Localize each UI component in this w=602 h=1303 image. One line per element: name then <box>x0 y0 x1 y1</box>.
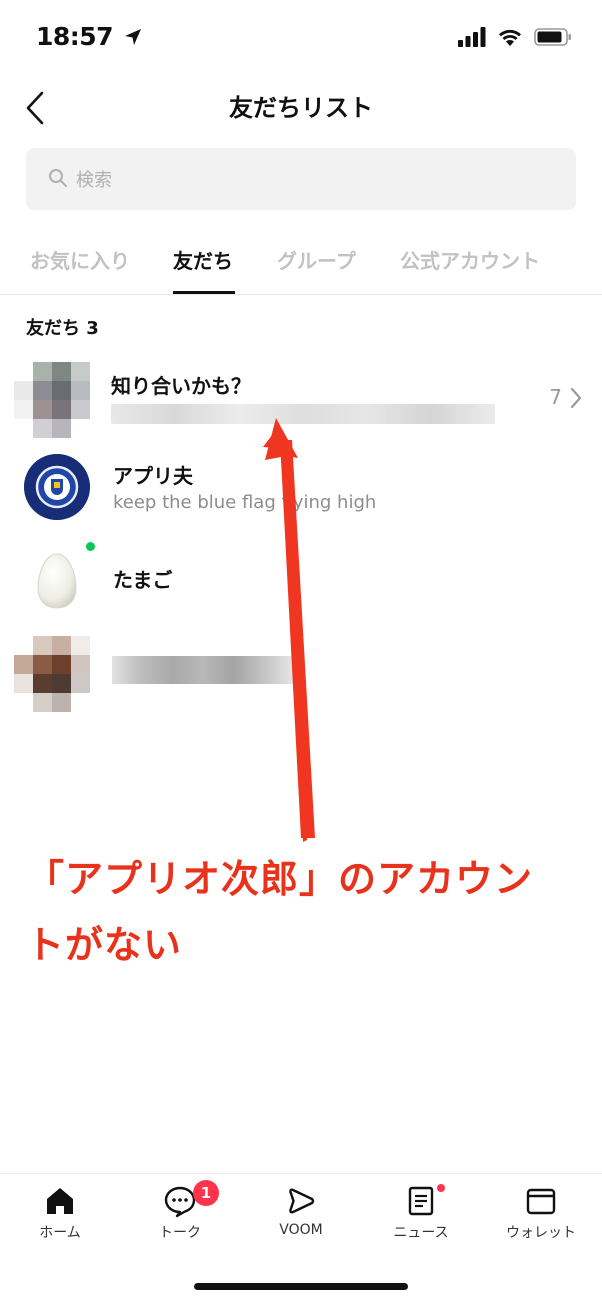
pixelated-text <box>111 404 495 424</box>
list-item-friend[interactable]: アプリ夫 keep the blue flag flying high <box>0 452 602 522</box>
home-indicator <box>194 1283 408 1290</box>
nav-home[interactable]: ホーム <box>0 1184 120 1242</box>
cellular-signal-icon <box>457 26 486 47</box>
chat-icon <box>164 1186 196 1218</box>
bottom-nav-divider <box>0 1173 602 1174</box>
tab-favorites[interactable]: お気に入り <box>30 245 130 274</box>
online-indicator <box>86 542 95 551</box>
status-time: 18:57 <box>36 22 143 51</box>
news-notification-dot <box>437 1184 445 1192</box>
row-title: 知り合いかも？ <box>111 374 251 398</box>
voom-icon <box>289 1188 315 1214</box>
chelsea-crest-icon <box>24 454 90 520</box>
location-arrow-icon <box>125 29 142 45</box>
battery-icon <box>534 27 571 46</box>
row-status-message: keep the blue flag flying high <box>113 492 377 513</box>
egg-avatar <box>36 552 78 610</box>
row-title: アプリ夫 <box>113 464 193 488</box>
nav-news[interactable]: ニュース <box>361 1184 481 1242</box>
wifi-icon <box>498 29 521 46</box>
tab-friends[interactable]: 友だち <box>173 245 233 274</box>
list-item-suggested-friends[interactable]: 知り合いかも？ 7 <box>0 352 602 438</box>
status-indicators <box>457 26 572 50</box>
annotation-line-1: 「アプリオ次郎」のアカウン <box>26 857 534 901</box>
egg-icon <box>37 553 77 609</box>
avatar <box>24 454 90 520</box>
nav-talk[interactable]: トーク <box>120 1184 240 1242</box>
nav-label: トーク <box>159 1225 201 1241</box>
nav-voom[interactable]: VOOM <box>241 1184 361 1238</box>
avatar-pixelated <box>14 362 90 438</box>
tab-divider <box>0 294 602 295</box>
tab-groups[interactable]: グループ <box>277 245 356 274</box>
tab-official-accounts[interactable]: 公式アカウント <box>400 245 540 274</box>
nav-label: VOOM <box>279 1222 323 1238</box>
list-item-friend[interactable] <box>0 626 602 712</box>
suggestion-count: 7 <box>549 385 582 409</box>
news-icon <box>408 1186 434 1216</box>
search-placeholder: 検索 <box>76 170 112 191</box>
nav-wallet[interactable]: ウォレット <box>481 1184 601 1242</box>
search-icon <box>49 169 67 187</box>
wallet-icon <box>526 1188 556 1215</box>
list-item-friend[interactable]: たまご <box>0 538 602 618</box>
pixelated-name <box>112 656 294 684</box>
nav-label: ホーム <box>39 1225 81 1241</box>
annotation-text: 「アプリオ次郎」のアカウン トがない <box>26 846 546 978</box>
annotation-line-2: トがない <box>26 923 183 967</box>
nav-label: ニュース <box>393 1225 449 1241</box>
row-title: たまご <box>113 568 173 592</box>
chevron-right-icon <box>571 387 582 409</box>
home-icon <box>47 1188 73 1214</box>
avatar-pixelated <box>14 636 90 712</box>
page-title: 友だちリスト <box>229 94 373 122</box>
section-header: 友だち 3 <box>26 318 99 339</box>
nav-label: ウォレット <box>506 1225 576 1241</box>
unread-badge: 1 <box>193 1180 219 1206</box>
